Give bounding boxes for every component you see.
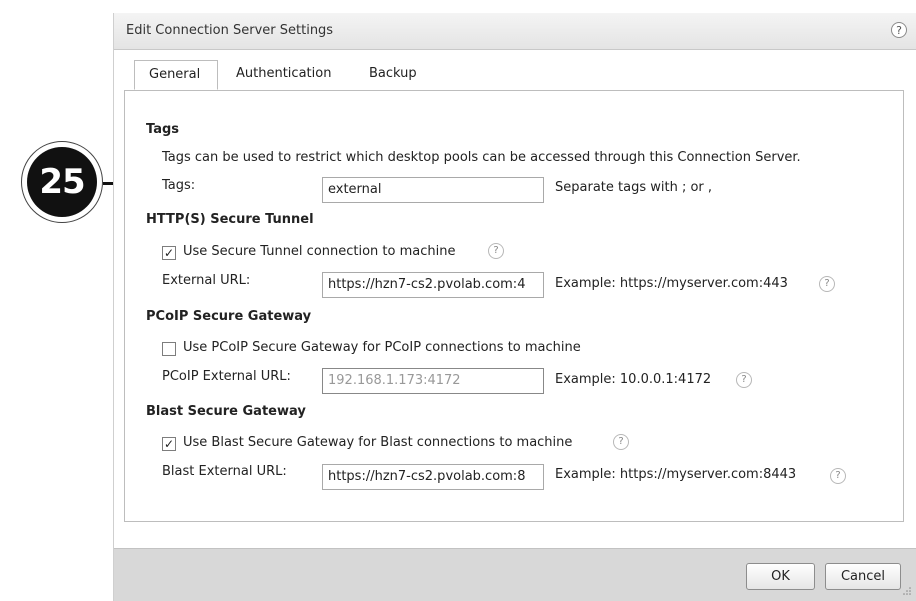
blast-url-input[interactable]: https://hzn7-cs2.pvolab.com:8 [322, 464, 544, 490]
dialog-titlebar: Edit Connection Server Settings ? [114, 13, 916, 50]
external-url-label: External URL: [162, 273, 251, 288]
pcoip-heading: PCoIP Secure Gateway [146, 309, 312, 324]
blast-help-icon[interactable]: ? [613, 434, 629, 450]
dialog-title: Edit Connection Server Settings [126, 23, 334, 38]
pcoip-help-icon[interactable]: ? [736, 372, 752, 388]
dialog-footer: OK Cancel [114, 548, 916, 601]
blast-url-example: Example: https://myserver.com:8443 [555, 467, 797, 482]
blast-url-help-icon[interactable]: ? [830, 468, 846, 484]
blast-checkbox-label: Use Blast Secure Gateway for Blast conne… [183, 435, 573, 450]
external-url-example: Example: https://myserver.com:443 [555, 276, 788, 291]
step-callout: 25 [21, 141, 103, 223]
tags-hint: Separate tags with ; or , [555, 180, 713, 195]
tags-description: Tags can be used to restrict which deskt… [162, 150, 801, 165]
blast-url-label: Blast External URL: [162, 464, 287, 479]
secure-tunnel-heading: HTTP(S) Secure Tunnel [146, 212, 314, 227]
tab-authentication[interactable]: Authentication [222, 60, 345, 90]
pcoip-url-example: Example: 10.0.0.1:4172 [555, 372, 712, 387]
pcoip-checkbox-label: Use PCoIP Secure Gateway for PCoIP conne… [183, 340, 581, 355]
general-tab-panel: Tags Tags can be used to restrict which … [124, 90, 904, 522]
resize-grip-icon[interactable] [903, 587, 911, 595]
external-url-input[interactable]: https://hzn7-cs2.pvolab.com:4 [322, 272, 544, 298]
tags-heading: Tags [146, 122, 180, 137]
external-url-help-icon[interactable]: ? [819, 276, 835, 292]
tags-label: Tags: [162, 178, 196, 193]
secure-tunnel-help-icon[interactable]: ? [488, 243, 504, 259]
tags-input[interactable]: external [322, 177, 544, 203]
secure-tunnel-checkbox-label: Use Secure Tunnel connection to machine [183, 244, 456, 259]
tab-general[interactable]: General [134, 60, 218, 90]
cancel-button[interactable]: Cancel [825, 563, 901, 590]
edit-connection-server-dialog: Edit Connection Server Settings ? Genera… [113, 13, 916, 601]
ok-button[interactable]: OK [746, 563, 815, 590]
blast-checkbox[interactable]: ✓ [162, 437, 176, 451]
pcoip-checkbox[interactable] [162, 342, 176, 356]
tab-backup[interactable]: Backup [355, 60, 431, 90]
blast-heading: Blast Secure Gateway [146, 404, 306, 419]
pcoip-url-label: PCoIP External URL: [162, 369, 291, 384]
secure-tunnel-checkbox[interactable]: ✓ [162, 246, 176, 260]
help-icon[interactable]: ? [891, 22, 907, 38]
pcoip-url-input[interactable]: 192.168.1.173:4172 [322, 368, 544, 394]
step-number: 25 [27, 147, 97, 217]
